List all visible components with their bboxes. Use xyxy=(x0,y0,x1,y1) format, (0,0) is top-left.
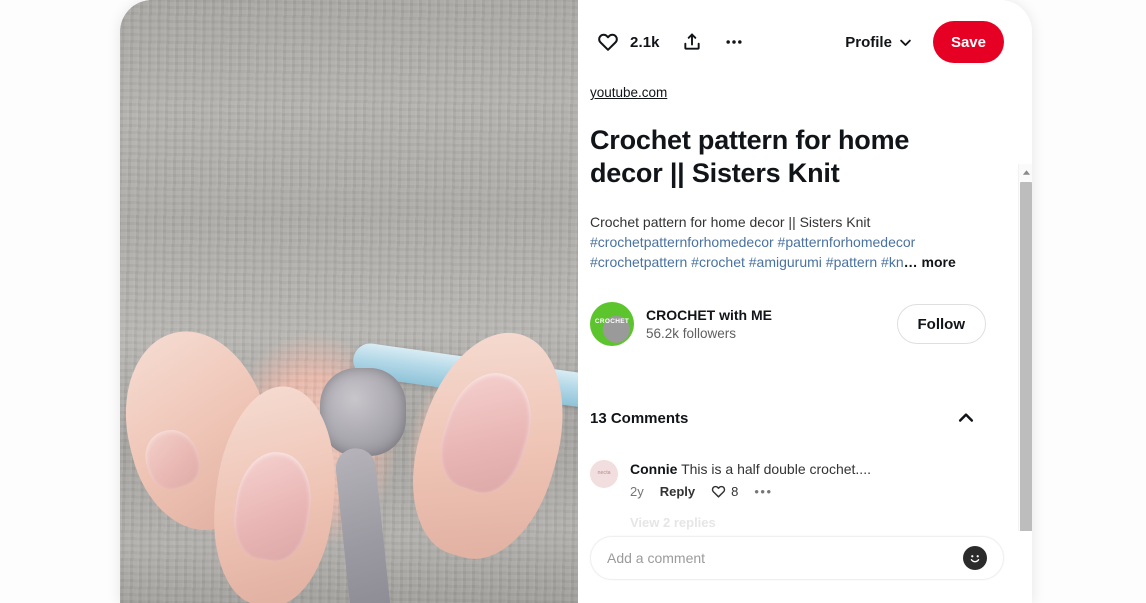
scrollbar-up-button[interactable] xyxy=(1019,164,1032,180)
heart-outline-icon xyxy=(711,484,726,499)
scrollbar[interactable] xyxy=(1018,164,1032,531)
comment-message: This is a half double crochet.... xyxy=(681,461,871,477)
yarn-knot-shape xyxy=(320,368,406,456)
pin-description-hashtags-1: #crochetpatternforhomedecor #patternforh… xyxy=(590,234,916,250)
comments-collapse-button[interactable] xyxy=(946,398,986,438)
comment-timestamp: 2y xyxy=(630,484,644,499)
pin-detail-scroll-area[interactable]: youtube.com Crochet pattern for home dec… xyxy=(578,84,1032,531)
save-button[interactable]: Save xyxy=(932,21,1004,63)
share-button[interactable] xyxy=(672,22,712,62)
pin-more-options-button[interactable] xyxy=(714,22,754,62)
creator-row: CROCHET CROCHET with ME 56.2k followers … xyxy=(590,302,986,346)
comment-actions: 2y Reply 8 ••• xyxy=(630,484,871,499)
board-select-label: Profile xyxy=(845,33,892,51)
smiley-face-icon xyxy=(966,549,984,567)
like-count: 2.1k xyxy=(630,33,660,51)
creator-followers: 56.2k followers xyxy=(646,325,737,341)
pin-closeup-modal: 2.1k Profile Save youtube.com Crochet pa… xyxy=(120,0,1032,603)
comments-header: 13 Comments xyxy=(590,398,986,438)
comment-like-button[interactable]: 8 xyxy=(711,484,738,499)
pin-engagement-group: 2.1k xyxy=(588,22,754,62)
pin-description-ellipsis: … xyxy=(903,254,918,270)
scrollbar-thumb[interactable] xyxy=(1020,182,1032,531)
board-select-dropdown[interactable]: Profile xyxy=(837,26,921,59)
avatar-label: necta xyxy=(597,470,611,476)
pin-media-panel[interactable] xyxy=(120,0,578,603)
comment-reply-button[interactable]: Reply xyxy=(660,484,695,499)
comment-author[interactable]: Connie xyxy=(630,461,677,477)
avatar-label: CROCHET xyxy=(594,318,630,325)
source-domain-link[interactable]: youtube.com xyxy=(590,85,667,100)
follow-button[interactable]: Follow xyxy=(896,304,986,344)
comment-composer[interactable] xyxy=(590,536,1004,580)
pin-description-more-link[interactable]: more xyxy=(922,254,956,270)
emoji-picker-button[interactable] xyxy=(963,546,987,570)
comment-body: Connie This is a half double crochet....… xyxy=(630,460,871,499)
pin-description: Crochet pattern for home decor || Sister… xyxy=(590,212,985,272)
comment-text: Connie This is a half double crochet.... xyxy=(630,460,871,479)
add-comment-input[interactable] xyxy=(607,550,963,566)
comment-more-options-button[interactable]: ••• xyxy=(754,485,772,498)
view-replies-link[interactable]: View 2 replies xyxy=(630,515,1004,530)
creator-name[interactable]: CROCHET with ME xyxy=(646,306,897,324)
page-root: 2.1k Profile Save youtube.com Crochet pa… xyxy=(0,0,1146,603)
pin-detail-content: youtube.com Crochet pattern for home dec… xyxy=(590,84,1004,530)
pin-description-line-1: Crochet pattern for home decor || Sister… xyxy=(590,214,871,230)
more-horizontal-icon xyxy=(724,32,744,52)
chevron-up-icon xyxy=(956,408,976,428)
pin-detail-panel: 2.1k Profile Save youtube.com Crochet pa… xyxy=(578,0,1032,603)
page-title: Crochet pattern for home decor || Sister… xyxy=(590,125,910,188)
chevron-down-icon xyxy=(898,35,913,50)
avatar[interactable]: CROCHET xyxy=(590,302,634,346)
share-upload-icon xyxy=(682,32,702,52)
heart-icon xyxy=(597,31,619,53)
list-item: necta Connie This is a half double croch… xyxy=(590,460,990,499)
comment-composer-area xyxy=(578,531,1032,603)
comments-count-label: 13 Comments xyxy=(590,409,689,427)
like-button[interactable] xyxy=(588,22,628,62)
avatar[interactable]: necta xyxy=(590,460,618,488)
comment-like-count: 8 xyxy=(731,484,739,499)
pin-description-hashtags-2: #crochetpattern #crochet #amigurumi #pat… xyxy=(590,254,904,270)
pin-action-bar: 2.1k Profile Save xyxy=(578,0,1032,84)
creator-meta: CROCHET with ME 56.2k followers xyxy=(646,306,897,343)
caret-up-icon xyxy=(1022,169,1031,176)
